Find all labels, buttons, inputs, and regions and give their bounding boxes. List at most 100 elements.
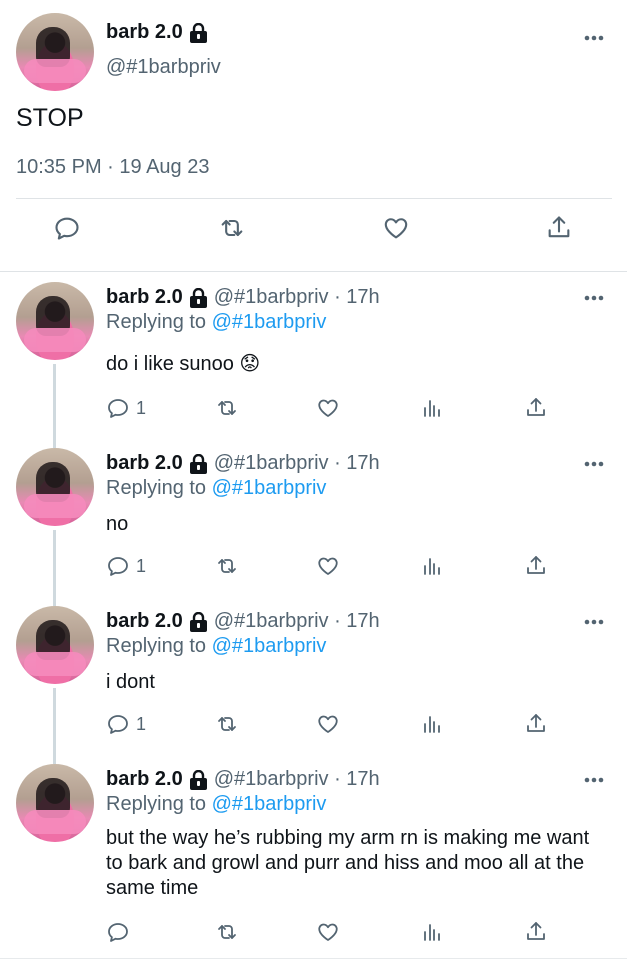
comment-icon	[108, 923, 128, 942]
avatar[interactable]	[16, 448, 94, 526]
author-name-row: barb 2.0 @#1barbpriv · 17h	[106, 768, 380, 791]
reply-tweet[interactable]: barb 2.0 @#1barbpriv · 17h Replying to @…	[0, 438, 627, 596]
author-name-row: barb 2.0	[106, 21, 208, 44]
like-icon	[318, 715, 338, 733]
reply-button[interactable]: 1	[106, 712, 146, 736]
reply-text: but the way he’s rubbing my arm rn is ma…	[106, 827, 590, 899]
replying-to-link[interactable]: @#1barbpriv	[212, 793, 327, 815]
display-name[interactable]: barb 2.0	[106, 21, 183, 44]
avatar[interactable]	[16, 606, 94, 684]
replying-to-link[interactable]: @#1barbpriv	[212, 311, 327, 333]
display-name[interactable]: barb 2.0	[106, 286, 183, 309]
handle-and-time[interactable]: @#1barbpriv · 17h	[214, 286, 380, 309]
replying-to: Replying to @#1barbpriv	[106, 793, 326, 816]
display-name[interactable]: barb 2.0	[106, 452, 183, 475]
replying-to-link[interactable]: @#1barbpriv	[212, 477, 327, 499]
comment-icon	[55, 217, 79, 240]
reply-action-bar: 1	[0, 396, 627, 426]
avatar[interactable]	[16, 13, 94, 91]
analytics-icon	[424, 400, 440, 417]
like-button[interactable]	[316, 554, 340, 578]
author-name-row: barb 2.0 @#1barbpriv · 17h	[106, 286, 380, 309]
author-name-row: barb 2.0 @#1barbpriv · 17h	[106, 452, 380, 475]
retweet-icon	[218, 717, 236, 731]
share-button[interactable]	[524, 396, 548, 420]
reply-count: 1	[136, 397, 147, 418]
comment-icon	[108, 399, 128, 418]
handle-and-time[interactable]: @#1barbpriv · 17h	[214, 452, 380, 475]
tweet-timestamp[interactable]: 10:35 PM · 19 Aug 23	[16, 156, 209, 179]
retweet-button[interactable]	[215, 396, 239, 420]
replying-to: Replying to @#1barbpriv	[106, 477, 326, 500]
analytics-icon	[424, 716, 440, 733]
like-button[interactable]	[316, 712, 340, 736]
reply-button[interactable]	[53, 214, 81, 242]
handle-and-time[interactable]: @#1barbpriv · 17h	[214, 610, 380, 633]
more-options-icon[interactable]	[583, 34, 605, 42]
reply-button[interactable]	[106, 920, 130, 944]
views-button[interactable]	[420, 712, 444, 736]
tweet-action-bar	[0, 214, 627, 258]
replying-to-label: Replying to	[106, 793, 212, 815]
like-icon	[384, 218, 408, 239]
like-icon	[318, 399, 338, 417]
like-button[interactable]	[316, 920, 340, 944]
like-button[interactable]	[382, 214, 410, 242]
replying-to-label: Replying to	[106, 477, 212, 499]
retweet-icon	[218, 559, 236, 573]
reply-text: do i like sunoo 😟	[106, 353, 261, 375]
handle[interactable]: @#1barbpriv	[106, 56, 221, 79]
replying-to: Replying to @#1barbpriv	[106, 635, 326, 658]
like-icon	[318, 923, 338, 941]
tweet-text: STOP	[16, 104, 84, 132]
share-button[interactable]	[524, 712, 548, 736]
lock-icon	[189, 453, 207, 474]
share-icon	[548, 216, 570, 238]
reply-tweet[interactable]: barb 2.0 @#1barbpriv · 17h Replying to @…	[0, 596, 627, 754]
share-button[interactable]	[545, 214, 573, 242]
reply-tweet[interactable]: barb 2.0 @#1barbpriv · 17h Replying to @…	[0, 754, 627, 960]
main-tweet: barb 2.0 @#1barbpriv STOP 10:35 PM · 19 …	[0, 0, 627, 272]
reply-count: 1	[136, 713, 147, 734]
avatar[interactable]	[16, 764, 94, 842]
display-name[interactable]: barb 2.0	[106, 610, 183, 633]
retweet-button[interactable]	[215, 712, 239, 736]
replying-to: Replying to @#1barbpriv	[106, 311, 326, 334]
reply-action-bar: 1	[0, 554, 627, 584]
reply-button[interactable]: 1	[106, 554, 146, 578]
author-name-row: barb 2.0 @#1barbpriv · 17h	[106, 610, 380, 633]
lock-icon	[189, 611, 207, 632]
like-button[interactable]	[316, 396, 340, 420]
lock-icon	[189, 769, 207, 790]
retweet-icon	[221, 219, 243, 237]
reply-text: i dont	[106, 671, 155, 693]
retweet-button[interactable]	[215, 554, 239, 578]
share-button[interactable]	[524, 554, 548, 578]
views-button[interactable]	[420, 396, 444, 420]
replying-to-link[interactable]: @#1barbpriv	[212, 635, 327, 657]
reply-count: 1	[136, 555, 147, 576]
divider	[0, 958, 627, 959]
share-icon	[527, 714, 545, 732]
views-button[interactable]	[420, 920, 444, 944]
share-icon	[527, 922, 545, 940]
views-button[interactable]	[420, 554, 444, 578]
reply-button[interactable]: 1	[106, 396, 146, 420]
share-button[interactable]	[524, 920, 548, 944]
retweet-button[interactable]	[218, 214, 246, 242]
avatar[interactable]	[16, 282, 94, 360]
more-options-icon[interactable]	[583, 776, 605, 784]
comment-icon	[108, 715, 128, 734]
more-options-icon[interactable]	[583, 460, 605, 468]
reply-text: no	[106, 513, 129, 535]
reply-action-bar: 1	[0, 712, 627, 742]
display-name[interactable]: barb 2.0	[106, 768, 183, 791]
more-options-icon[interactable]	[583, 294, 605, 302]
reply-tweet[interactable]: barb 2.0 @#1barbpriv · 17h Replying to @…	[0, 272, 627, 438]
share-icon	[527, 398, 545, 416]
retweet-button[interactable]	[215, 920, 239, 944]
analytics-icon	[424, 558, 440, 575]
more-options-icon[interactable]	[583, 618, 605, 626]
handle-and-time[interactable]: @#1barbpriv · 17h	[214, 768, 380, 791]
like-icon	[318, 557, 338, 575]
